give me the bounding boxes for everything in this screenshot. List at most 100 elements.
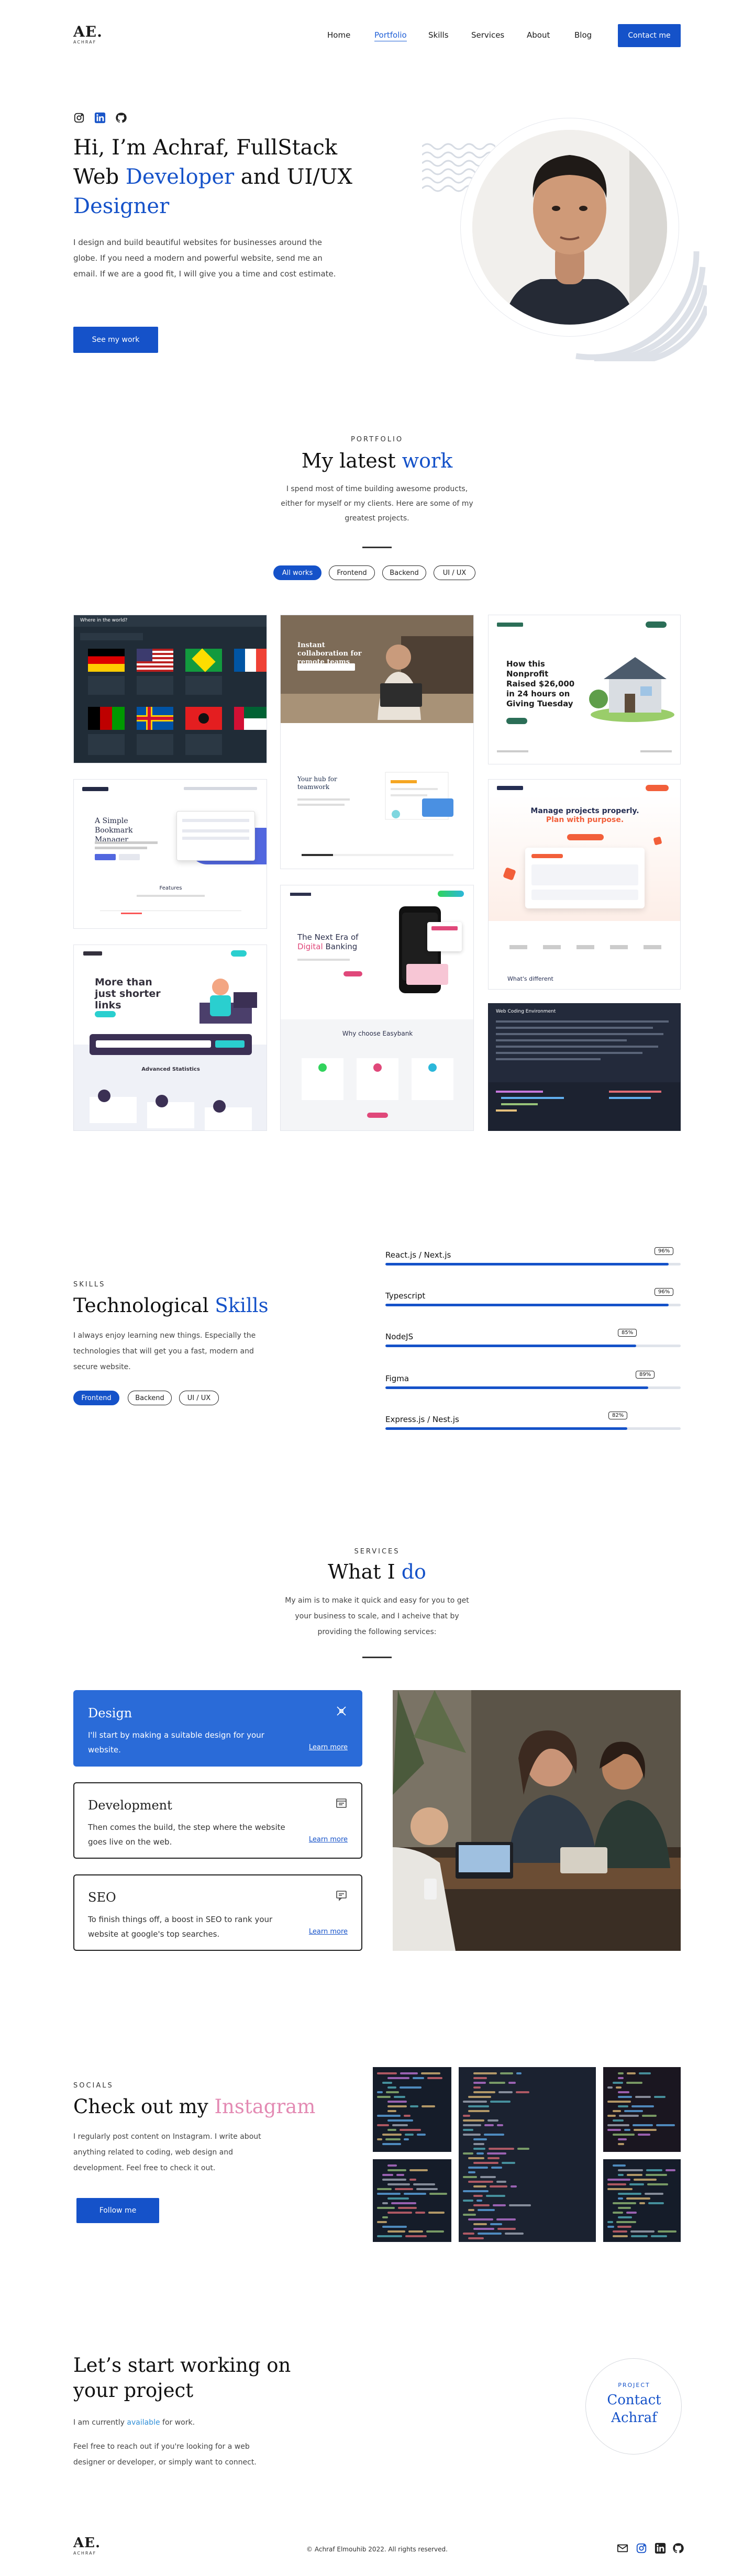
code-line <box>484 2124 494 2126</box>
project-feature <box>357 1058 398 1100</box>
linkedin-icon[interactable] <box>94 112 106 124</box>
project-card-nonprofit[interactable]: How this Nonprofit Raised $26,000 in 24 … <box>488 615 681 764</box>
code-line <box>497 2124 503 2126</box>
code-line <box>487 2157 500 2159</box>
contact-title-line1: Let’s start working on <box>73 2354 291 2377</box>
code-line <box>468 2171 475 2173</box>
hero-social-links <box>73 112 131 125</box>
code-line <box>616 2221 636 2223</box>
nav-portfolio[interactable]: Portfolio <box>374 30 407 41</box>
code-line <box>517 2148 529 2150</box>
code-line <box>473 2091 495 2093</box>
code-line <box>386 2091 399 2093</box>
skills-filter-backend[interactable]: Backend <box>128 1391 172 1405</box>
service-text: Then comes the build, the step where the… <box>88 1823 285 1847</box>
skills-filter-ui-ux[interactable]: UI / UX <box>179 1391 219 1405</box>
service-card-development[interactable]: Development Then comes the build, the st… <box>73 1782 362 1859</box>
flag-algeria <box>234 707 267 730</box>
code-line <box>498 2091 513 2093</box>
nav-services[interactable]: Services <box>471 30 504 40</box>
instagram-post[interactable] <box>373 2067 451 2152</box>
country-info <box>185 676 222 695</box>
project-shorten-box <box>90 1034 252 1055</box>
code-line <box>463 2119 484 2122</box>
skills-kicker: SKILLS <box>73 1281 106 1289</box>
code-line <box>387 2230 405 2233</box>
contact-circle-button[interactable]: PROJECT Contact Achraf <box>585 2358 682 2455</box>
code-line <box>377 2138 382 2140</box>
project-card-teamwork[interactable]: Instant collaboration for remote teams Y… <box>280 615 474 869</box>
chat-icon <box>335 1889 348 1902</box>
code-line <box>382 2216 388 2218</box>
see-my-work-button[interactable]: See my work <box>73 327 158 353</box>
code-line <box>405 2235 427 2237</box>
code-line <box>613 2134 635 2136</box>
code-line <box>463 2233 474 2235</box>
code-line <box>658 2230 677 2233</box>
project-card-code-editor[interactable]: Web Coding Environment <box>488 1003 681 1131</box>
mail-icon[interactable] <box>617 2542 628 2554</box>
flag-france <box>234 649 267 672</box>
code-line <box>400 2072 418 2074</box>
project-card-manage[interactable]: Manage projects properly. Plan with purp… <box>488 779 681 990</box>
nav-skills[interactable]: Skills <box>428 30 449 40</box>
code-line <box>473 2143 484 2145</box>
instagram-post[interactable] <box>603 2067 681 2152</box>
code-line <box>496 2218 516 2220</box>
filter-frontend[interactable]: Frontend <box>329 565 375 580</box>
learn-more-link[interactable]: Learn more <box>309 1928 348 1936</box>
project-card-bookmark[interactable]: A Simple Bookmark Manager Features <box>73 779 267 929</box>
code-line <box>509 2204 531 2206</box>
code-line <box>607 2101 631 2103</box>
service-card-seo[interactable]: SEO To finish things off, a boost in SEO… <box>73 1874 362 1951</box>
code-line <box>377 2115 401 2117</box>
project-nav <box>184 787 257 790</box>
skill-name: NodeJS <box>385 1332 414 1341</box>
github-icon[interactable] <box>672 2542 684 2554</box>
filter-ui-ux[interactable]: UI / UX <box>434 565 475 580</box>
github-icon[interactable] <box>115 112 127 124</box>
code-line <box>473 2228 494 2230</box>
nav-blog[interactable]: Blog <box>574 30 592 40</box>
code-line <box>387 2169 406 2171</box>
code-line <box>613 2082 623 2084</box>
filter-all-works[interactable]: All works <box>273 565 321 580</box>
code-line <box>516 2091 529 2093</box>
project-card-shortly[interactable]: More than just shorter links Advanced St… <box>73 945 267 1131</box>
nav-about[interactable]: About <box>527 30 550 40</box>
follow-me-button[interactable]: Follow me <box>76 2198 159 2223</box>
linkedin-icon[interactable] <box>655 2542 666 2554</box>
filter-backend[interactable]: Backend <box>382 565 426 580</box>
instagram-post[interactable] <box>459 2067 596 2242</box>
learn-more-link[interactable]: Learn more <box>309 1836 348 1844</box>
project-card-easybank[interactable]: The Next Era of Digital Banking Why choo… <box>280 885 474 1131</box>
code-line <box>468 2110 490 2112</box>
nav-home[interactable]: Home <box>327 30 350 40</box>
code-line <box>468 2218 493 2220</box>
services-title-b: do <box>401 1560 426 1583</box>
service-card-design[interactable]: Design I'll start by making a suitable d… <box>73 1690 362 1767</box>
learn-more-link[interactable]: Learn more <box>309 1744 348 1751</box>
code-line <box>400 2086 422 2089</box>
contact-me-button[interactable]: Contact me <box>618 24 681 47</box>
code-line <box>377 2235 402 2237</box>
instagram-icon[interactable] <box>636 2542 647 2554</box>
project-button <box>343 971 362 976</box>
browser-icon <box>335 1797 348 1809</box>
code-line <box>473 2195 483 2197</box>
project-subtitle: Why choose Easybank <box>342 1030 413 1037</box>
project-logo <box>497 623 523 627</box>
project-logo <box>497 786 523 790</box>
instagram-post[interactable] <box>603 2159 681 2242</box>
code-line <box>476 2152 484 2155</box>
flag-albania <box>185 707 222 730</box>
project-card-countries[interactable]: Where in the world? <box>73 615 267 763</box>
skills-description: I always enjoy learning new things. Espe… <box>73 1331 256 1371</box>
code-line <box>607 2124 629 2126</box>
skills-filter-frontend[interactable]: Frontend <box>73 1391 119 1405</box>
code-line <box>618 2216 632 2218</box>
instagram-post[interactable] <box>373 2159 451 2242</box>
project-illustration <box>588 647 677 725</box>
instagram-icon[interactable] <box>73 112 85 124</box>
hero-title-and: and UI/UX <box>234 165 352 189</box>
